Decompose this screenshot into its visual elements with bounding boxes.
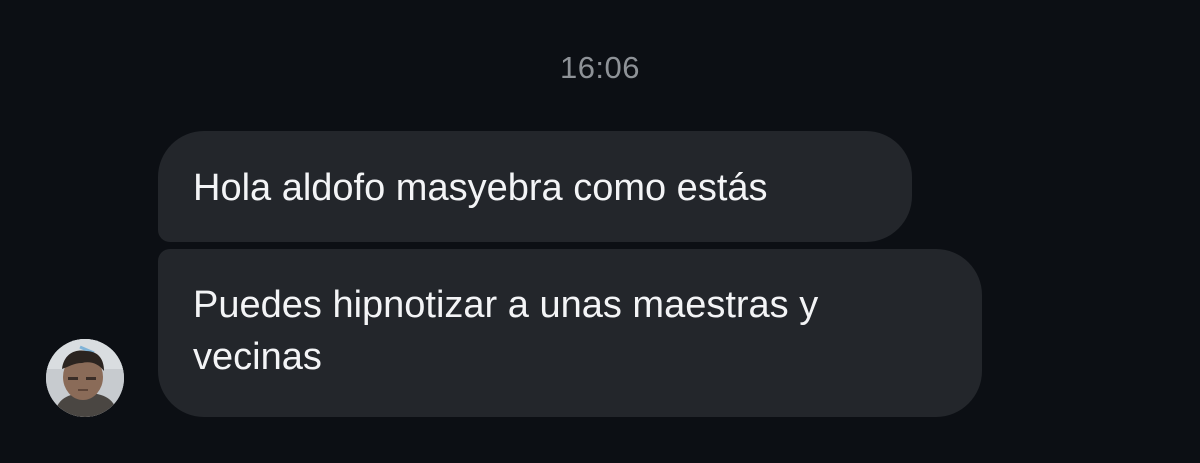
sender-avatar[interactable]	[46, 339, 124, 417]
message-timestamp: 16:06	[559, 50, 641, 85]
contact-photo-icon	[46, 339, 124, 417]
incoming-message-bubble[interactable]: Hola aldofo masyebra como estás	[158, 131, 912, 242]
incoming-message-bubble[interactable]: Puedes hipnotizar a unas maestras y veci…	[158, 249, 982, 417]
